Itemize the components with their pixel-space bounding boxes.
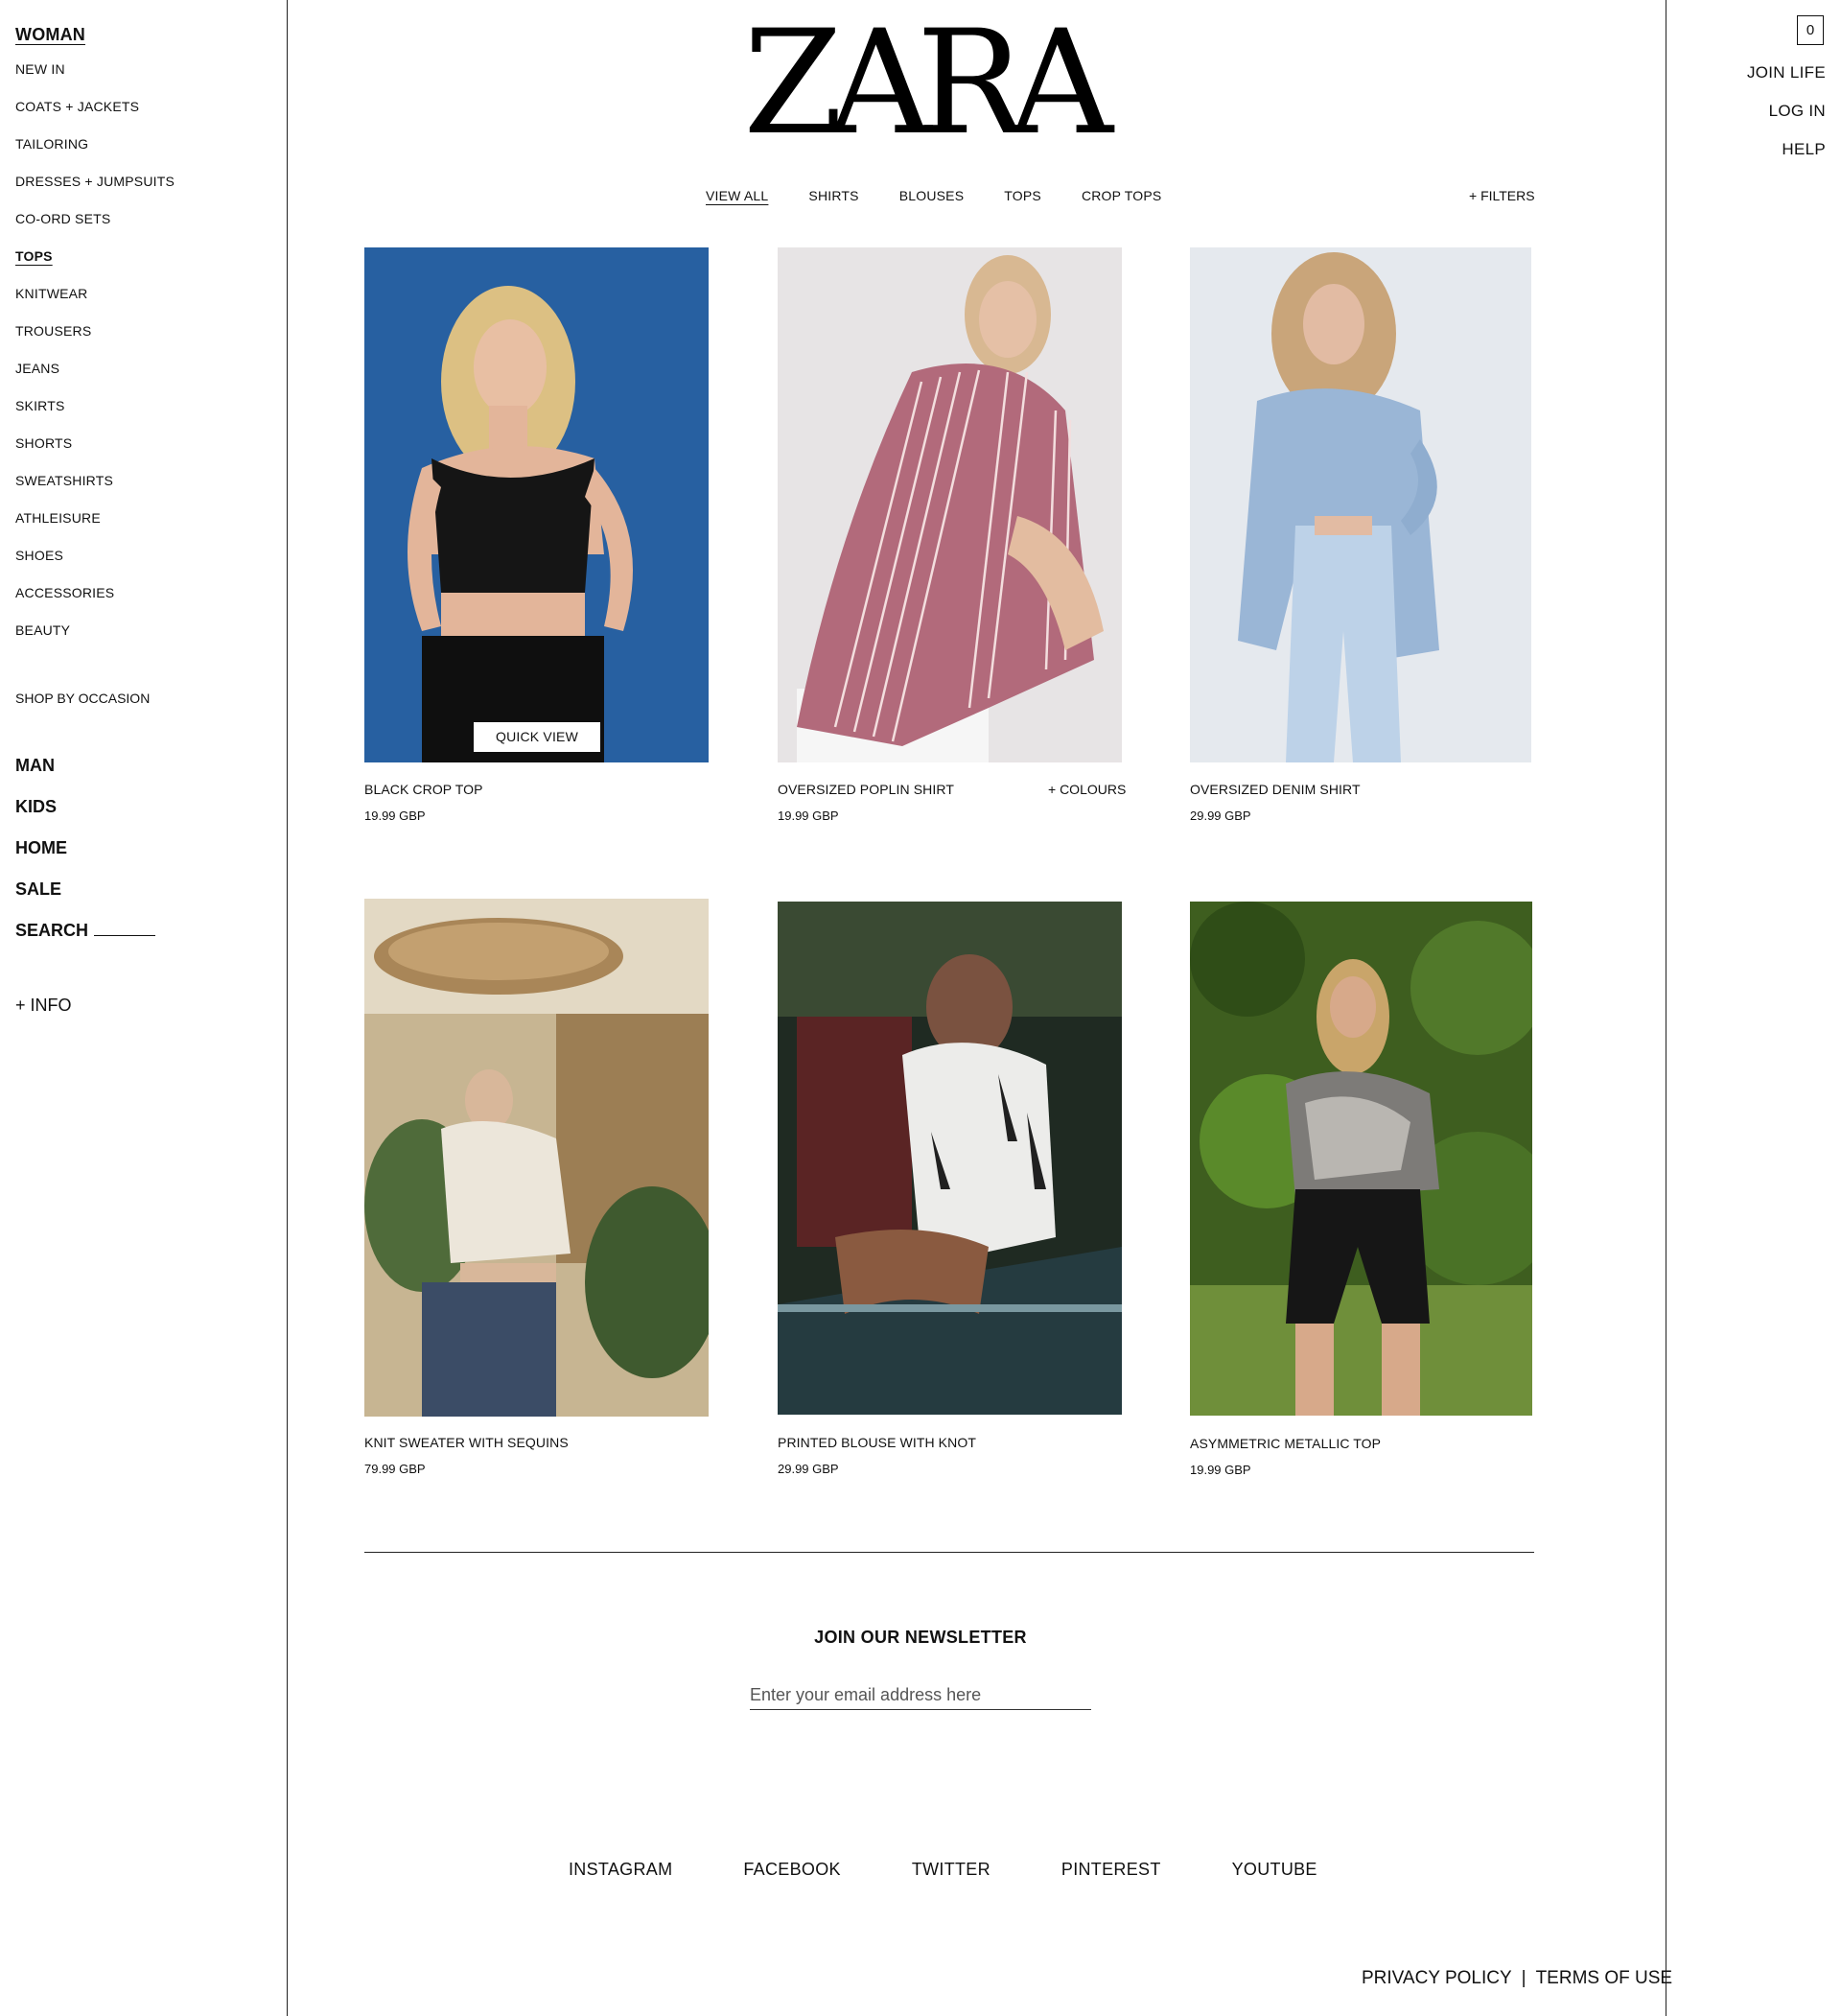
product-price: 19.99 GBP [364,809,426,823]
brand-logo[interactable]: ZARA [743,12,1113,155]
section-list: MAN KIDS HOME SALE SEARCH [15,756,156,962]
join-life-link[interactable]: JOIN LIFE [1747,63,1826,102]
sidebar-item[interactable]: BEAUTY [15,621,274,658]
sidebar-item[interactable]: ATHLEISURE [15,508,274,546]
search-underline [94,935,156,936]
newsletter-title: JOIN OUR NEWSLETTER [814,1628,1027,1647]
log-in-link[interactable]: LOG IN [1747,102,1826,140]
product-name[interactable]: OVERSIZED POPLIN SHIRT [778,782,954,797]
sidebar-item[interactable]: SWEATSHIRTS [15,471,274,508]
product-image[interactable] [1190,247,1531,762]
category-list: NEW IN COATS + JACKETS TAILORING DRESSES… [15,59,274,658]
product-price: 19.99 GBP [1190,1463,1251,1477]
nav-home[interactable]: HOME [15,838,155,879]
tab-blouses[interactable]: BLOUSES [899,188,965,203]
legal-separator: | [1521,1968,1526,1988]
sidebar-item[interactable]: ACCESSORIES [15,583,274,621]
quick-view-button[interactable]: QUICK VIEW [474,722,600,752]
category-sidebar: WOMAN NEW IN COATS + JACKETS TAILORING D… [15,25,274,1015]
facebook-link[interactable]: FACEBOOK [743,1860,840,1880]
product-price: 29.99 GBP [778,1462,839,1476]
sidebar-item[interactable]: COATS + JACKETS [15,97,274,134]
email-field[interactable] [750,1680,1091,1710]
filters-button[interactable]: + FILTERS [1469,188,1535,203]
nav-kids[interactable]: KIDS [15,797,155,838]
tab-tops[interactable]: TOPS [1004,188,1041,203]
tab-shirts[interactable]: SHIRTS [808,188,858,203]
product-price: 79.99 GBP [364,1462,426,1476]
sidebar-item[interactable]: DRESSES + JUMPSUITS [15,172,274,209]
twitter-link[interactable]: TWITTER [912,1860,990,1880]
left-divider [287,0,288,2016]
nav-sale[interactable]: SALE [15,879,155,921]
product-name[interactable]: PRINTED BLOUSE WITH KNOT [778,1435,976,1450]
product-name[interactable]: OVERSIZED DENIM SHIRT [1190,782,1361,797]
sidebar-item[interactable]: NEW IN [15,59,274,97]
legal-links: PRIVACY POLICY | TERMS OF USE [1362,1968,1672,1989]
logo-text: ZARA [743,0,1113,167]
instagram-link[interactable]: INSTAGRAM [569,1860,672,1880]
sidebar-item-tops[interactable]: TOPS [15,246,274,284]
product-image[interactable] [364,899,709,1417]
sidebar-item[interactable]: JEANS [15,359,274,396]
search-label: SEARCH [15,921,89,940]
help-link[interactable]: HELP [1747,140,1826,178]
nav-woman[interactable]: WOMAN [15,25,274,45]
account-links: JOIN LIFE LOG IN HELP [1747,63,1826,178]
cart-count: 0 [1806,22,1815,38]
youtube-link[interactable]: YOUTUBE [1232,1860,1317,1880]
sidebar-item[interactable]: SKIRTS [15,396,274,434]
sidebar-item[interactable]: SHORTS [15,434,274,471]
sidebar-item[interactable]: TAILORING [15,134,274,172]
sidebar-item[interactable]: KNITWEAR [15,284,274,321]
product-name[interactable]: BLACK CROP TOP [364,782,483,797]
subcategory-nav: VIEW ALL SHIRTS BLOUSES TOPS CROP TOPS [706,188,1201,203]
shop-by-occasion-link[interactable]: SHOP BY OCCASION [15,691,150,706]
nav-man[interactable]: MAN [15,756,155,797]
sidebar-item[interactable]: CO-ORD SETS [15,209,274,246]
privacy-policy-link[interactable]: PRIVACY POLICY [1362,1968,1512,1989]
sidebar-item[interactable]: SHOES [15,546,274,583]
tab-view-all[interactable]: VIEW ALL [706,188,768,203]
footer-divider [364,1552,1534,1553]
tab-crop-tops[interactable]: CROP TOPS [1082,188,1162,203]
product-price: 19.99 GBP [778,809,839,823]
product-image[interactable] [1190,902,1532,1416]
terms-of-use-link[interactable]: TERMS OF USE [1536,1968,1673,1989]
product-price: 29.99 GBP [1190,809,1251,823]
product-image[interactable] [778,902,1122,1415]
pinterest-link[interactable]: PINTEREST [1061,1860,1161,1880]
product-name[interactable]: ASYMMETRIC METALLIC TOP [1190,1436,1381,1451]
sidebar-item[interactable]: TROUSERS [15,321,274,359]
product-image[interactable]: QUICK VIEW [364,247,709,762]
social-links: INSTAGRAM FACEBOOK TWITTER PINTEREST YOU… [569,1860,1317,1880]
product-name[interactable]: KNIT SWEATER WITH SEQUINS [364,1435,569,1450]
product-image[interactable] [778,247,1122,762]
more-colours-link[interactable]: + COLOURS [1048,782,1126,797]
info-link[interactable]: + INFO [15,996,72,1016]
shopping-bag-icon[interactable]: 0 [1797,15,1824,45]
search-link[interactable]: SEARCH [15,921,156,962]
